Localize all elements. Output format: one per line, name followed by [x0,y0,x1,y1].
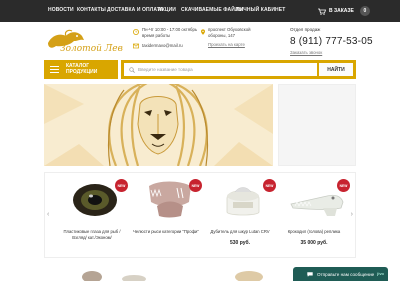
cart-icon [318,8,326,15]
working-hours: Пн-Чт 10:00 - 17:00 октябрь время работы [142,27,198,38]
cart-count-badge: 0 [359,6,370,16]
new-badge: NEW [337,179,350,192]
nav-contacts-link[interactable]: КОНТАКТЫ [77,7,106,13]
product-price: 530 руб. [230,240,250,246]
new-badge: NEW [263,179,276,192]
search-icon [129,67,135,73]
top-navigation: НОВОСТИ КОНТАКТЫ ДОСТАВКА И ОПЛАТА АКЦИИ… [0,0,400,22]
email-link[interactable]: taxidermavo@mail.ru [142,43,183,49]
side-promo-panel[interactable] [278,84,356,166]
cart-label: В ЗАКАЗЕ [329,8,354,14]
bottom-thumbnails [44,263,284,281]
mail-icon [133,43,139,49]
search-button[interactable]: НАЙТИ [319,63,353,76]
chat-brand: jivo [377,271,384,276]
product-price: 35 000 руб. [300,240,328,246]
location-pin-icon [201,29,205,35]
nav-news-link[interactable]: НОВОСТИ [48,7,74,13]
catalog-button[interactable]: КАТАЛОГ ПРОДУКЦИИ [44,60,118,79]
product-card[interactable]: NEW Пластиковые глаза для рыб / Взгляд/ … [55,173,128,257]
catalog-label: КАТАЛОГ ПРОДУКЦИИ [66,62,98,75]
search-bar: Введите название товара НАЙТИ [121,60,356,79]
logo-text: Золотой Лев [60,44,123,54]
product-card[interactable]: NEW Челюсти рыси категории "Профи" [129,173,202,257]
chat-bubble-icon [307,271,313,277]
product-carousel: ‹ › NEW Пластиковые глаза для рыб / Взгл… [44,172,356,258]
nav-downloads-link[interactable]: СКАЧИВАЕМЫЕ ФАЙЛЫ [181,7,244,13]
product-card[interactable]: NEW Крокодил (голова) реплика 35 000 руб… [277,173,350,257]
product-name[interactable]: Дубитель для шкур Lutan CRV [205,229,275,235]
sales-department-label: Отдел продаж [290,27,321,32]
menu-icon [50,66,59,73]
chat-text: Отправьте нам сообщение [317,271,375,277]
nav-delivery-link[interactable]: ДОСТАВКА И ОПЛАТА [107,7,163,13]
product-name[interactable]: Пластиковые глаза для рыб / Взгляд/ кат.… [57,229,127,240]
chat-widget-button[interactable]: Отправьте нам сообщение jivo [293,267,388,281]
new-badge: NEW [115,179,128,192]
new-badge: NEW [189,179,202,192]
product-card[interactable]: NEW Дубитель для шкур Lutan CRV 530 руб. [203,173,276,257]
hero-banner-lion[interactable] [44,84,273,166]
cart-button[interactable]: В ЗАКАЗЕ 0 [318,5,370,17]
address-text: проспект Обуховской обороны, 147 [208,27,251,38]
search-input[interactable]: Введите название товара [124,63,317,76]
carousel-prev-arrow[interactable]: ‹ [47,211,49,218]
carousel-next-arrow[interactable]: › [351,211,353,218]
clock-icon [133,29,139,35]
callback-link[interactable]: Заказать звонок [290,50,322,55]
phone-number[interactable]: 8 (911) 777-53-05 [290,36,373,47]
product-name[interactable]: Крокодил (голова) реплика [279,229,349,235]
bottom-images [82,271,263,281]
nav-account-link[interactable]: ЛИЧНЫЙ КАБИНЕТ [236,7,285,13]
lion-illustration [44,84,273,166]
nav-promotions-link[interactable]: АКЦИИ [158,7,176,13]
map-link[interactable]: Проехать на карте [208,42,245,47]
product-name[interactable]: Челюсти рыси категории "Профи" [131,229,201,235]
